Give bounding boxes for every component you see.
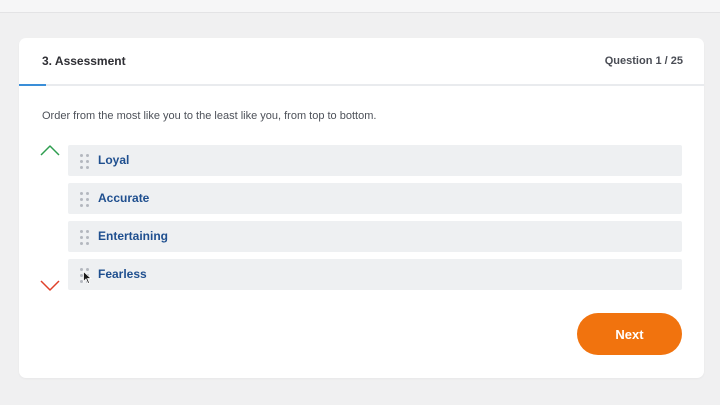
section-title: 3. Assessment	[42, 54, 126, 68]
progress-bar-fill	[19, 84, 46, 86]
mouse-pointer-icon	[83, 271, 92, 284]
option-label: Fearless	[98, 267, 147, 281]
option-label: Entertaining	[98, 229, 169, 243]
rank-option[interactable]: Loyal	[68, 145, 682, 176]
card-header: 3. Assessment Question 1 / 25	[19, 38, 704, 86]
option-label: Loyal	[98, 153, 130, 167]
rank-option[interactable]: Fearless	[68, 259, 682, 290]
assessment-card: 3. Assessment Question 1 / 25 Order from…	[19, 38, 704, 378]
rank-option[interactable]: Accurate	[68, 183, 682, 214]
drag-handle-icon[interactable]	[79, 229, 91, 245]
next-button[interactable]: Next	[577, 313, 682, 355]
ranking-arrow-icon	[40, 145, 60, 291]
drag-handle-icon[interactable]	[79, 191, 91, 207]
question-counter: Question 1 / 25	[604, 55, 683, 67]
option-label: Accurate	[98, 191, 150, 205]
drag-handle-icon[interactable]	[79, 153, 91, 169]
rank-option[interactable]: Entertaining	[68, 221, 682, 252]
top-bar	[0, 0, 720, 13]
instruction-text: Order from the most like you to the leas…	[42, 110, 377, 122]
